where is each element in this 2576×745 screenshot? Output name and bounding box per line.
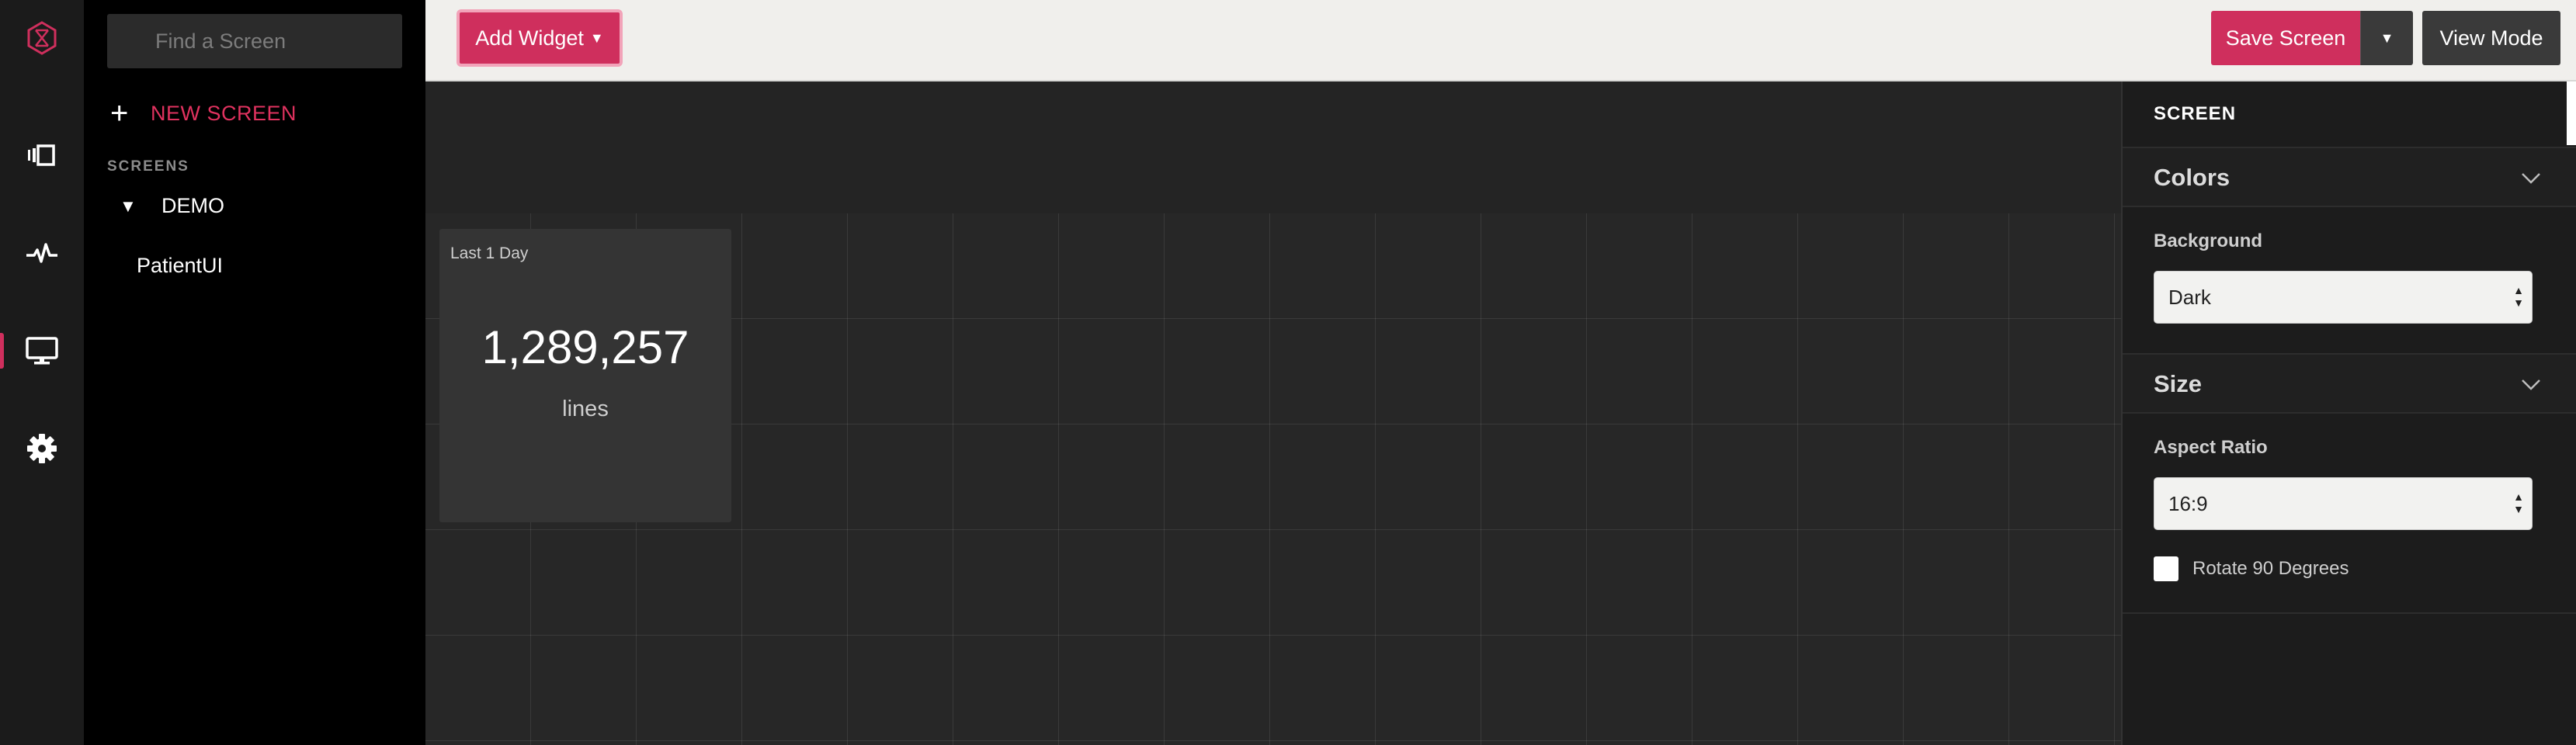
rail-item-activity[interactable] (0, 219, 84, 289)
search-box (107, 14, 402, 68)
icon-rail (0, 0, 84, 745)
monitor-icon (26, 337, 58, 365)
rail-item-settings[interactable] (0, 414, 84, 483)
rail-item-screens-carousel[interactable] (0, 120, 84, 190)
panel-edge (2567, 81, 2576, 145)
caret-down-icon: ▼ (2380, 29, 2394, 46)
widget-title: Last 1 Day (450, 244, 529, 262)
colors-section-title: Colors (2154, 164, 2231, 191)
logo-icon (27, 21, 57, 55)
save-screen-button[interactable]: Save Screen (2211, 11, 2360, 65)
rail-item-screens[interactable] (0, 316, 84, 386)
save-options-dropdown[interactable]: ▼ (2360, 11, 2413, 65)
background-label: Background (2154, 230, 2263, 251)
search-input[interactable] (107, 14, 402, 68)
aspect-ratio-label: Aspect Ratio (2154, 437, 2268, 458)
tree-item-patientui[interactable]: PatientUI (137, 254, 223, 278)
add-widget-button[interactable]: Add Widget ▼ (457, 9, 623, 67)
widget-value: 1,289,257 (481, 321, 689, 373)
new-screen-button[interactable]: + NEW SCREEN (110, 98, 297, 129)
gear-icon (27, 434, 57, 463)
panel-title: SCREEN (2154, 103, 2237, 124)
tree-folder-demo[interactable]: ▼ DEMO (120, 194, 224, 218)
rotate-checkbox[interactable] (2154, 556, 2178, 581)
screen-settings-panel: SCREEN Colors Background Dark ▲ ▼ Size As… (2121, 81, 2576, 745)
select-arrows-icon: ▲ ▼ (2513, 490, 2524, 515)
tree-folder-label: DEMO (161, 194, 224, 217)
section-divider (2123, 612, 2576, 614)
select-arrows-icon: ▲ ▼ (2513, 284, 2524, 309)
rotate-label: Rotate 90 Degrees (2192, 558, 2349, 579)
size-section-title: Size (2154, 370, 2203, 397)
screens-sidebar: + NEW SCREEN SCREENS ▼ DEMO PatientUI (84, 0, 425, 745)
plus-icon: + (110, 96, 129, 130)
rotate-checkbox-row[interactable]: Rotate 90 Degrees (2154, 556, 2349, 581)
widget-unit: lines (562, 397, 609, 421)
activity-pulse-icon (26, 243, 57, 263)
new-screen-label: NEW SCREEN (151, 101, 297, 125)
chevron-down-icon (2522, 173, 2540, 184)
view-mode-button[interactable]: View Mode (2422, 11, 2560, 65)
colors-section-header[interactable]: Colors (2123, 147, 2576, 207)
screens-section-label: SCREENS (107, 158, 189, 175)
screens-carousel-icon (28, 144, 55, 166)
aspect-ratio-select[interactable]: 16:9 ▲ ▼ (2154, 477, 2533, 530)
size-section-header[interactable]: Size (2123, 353, 2576, 414)
background-select[interactable]: Dark ▲ ▼ (2154, 271, 2533, 324)
metric-widget[interactable]: Last 1 Day 1,289,257 lines (439, 229, 731, 522)
screen-canvas[interactable]: Last 1 Day 1,289,257 lines (425, 81, 2121, 745)
aspect-ratio-value: 16:9 (2168, 491, 2208, 515)
logo[interactable] (0, 3, 84, 73)
canvas-header-area (425, 81, 2121, 213)
caret-down-icon: ▼ (589, 29, 604, 46)
chevron-down-icon (2522, 379, 2540, 390)
top-toolbar: Add Widget ▼ Save Screen ▼ View Mode (425, 0, 2576, 81)
background-select-value: Dark (2168, 285, 2211, 309)
add-widget-label: Add Widget (475, 26, 584, 50)
caret-down-icon: ▼ (120, 196, 137, 216)
